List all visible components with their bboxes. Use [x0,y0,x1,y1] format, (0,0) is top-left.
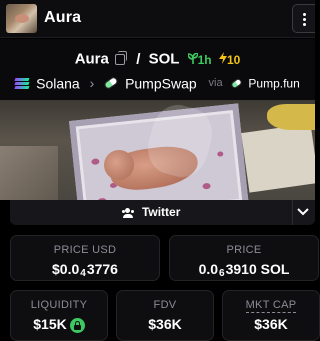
pumpswap-icon [103,76,120,91]
header-title: Aura [44,9,82,26]
fdv-card: FDV $36K [116,290,214,341]
banner-blanket [0,146,58,200]
boost-count: 10 [226,52,241,67]
token-avatar[interactable] [6,4,37,33]
price-usd-card: PRICE USD $0.043776 [10,235,160,281]
seedling-icon [186,51,199,64]
price-native-prefix: 0.0 [198,261,219,277]
price-native-card: PRICE 0.063910 SOL [169,235,319,281]
price-usd-zeros: 4 [80,268,86,279]
chain-link[interactable]: Solana [36,75,80,91]
price-usd-digits: 3776 [86,261,118,277]
liquidity-value: $15K [11,316,107,333]
banner-paper [241,123,315,193]
price-usd-label: PRICE USD [53,244,117,256]
fdv-value: $36K [148,316,182,332]
token-symbol: Aura [74,50,109,68]
boost-badge[interactable]: 10 [218,51,241,67]
price-native-label: PRICE [226,244,262,256]
mkt-cap-card: MKT CAP $36K [222,290,320,341]
dex-link[interactable]: PumpSwap [125,75,197,91]
pumpfun-icon [229,77,243,90]
fdv-label: FDV [153,299,177,311]
pair-separator: / [136,50,141,68]
mkt-cap-label: MKT CAP [223,299,319,313]
copy-icon[interactable] [115,50,128,65]
via-label: via [208,77,223,90]
solana-icon [14,77,30,89]
chevron-right-icon: › [89,75,95,92]
bolt-icon [218,51,227,64]
twitter-button[interactable]: Twitter [10,200,293,225]
pair-age-value: 1h [197,52,212,67]
token-header-image [0,100,315,200]
mkt-cap-label-text[interactable]: MKT CAP [245,299,297,313]
price-native-digits: 3910 SOL [225,261,290,277]
more-icon [303,13,306,16]
twitter-label: Twitter [141,205,181,219]
launchpad-link[interactable]: Pump.fun [248,76,299,90]
price-usd-prefix: $0.0 [52,261,80,277]
lock-icon[interactable] [69,317,85,333]
liquidity-card: LIQUIDITY $15K [10,290,108,341]
banner-figure-head [104,150,134,180]
chevron-down-icon [297,208,309,216]
more-menu-button[interactable] [292,4,315,33]
quote-symbol: SOL [148,50,180,68]
price-native-value: 0.063910 SOL [170,261,318,279]
price-usd-value: $0.043776 [11,261,159,279]
token-info-panel: Aura / SOL 1h 10 Solana › PumpSwap via P… [0,39,315,100]
liquidity-amount: $15K [33,316,67,332]
socials-expand-button[interactable] [293,200,315,225]
price-native-zeros: 6 [219,268,225,279]
banner-yellow-object [267,104,315,130]
pair-title: Aura / SOL 1h 10 [0,50,315,68]
liquidity-label: LIQUIDITY [30,299,88,311]
route-breadcrumb: Solana › PumpSwap via Pump.fun [0,74,315,91]
more-icon-dot [303,23,306,26]
mkt-cap-value: $36K [254,316,288,332]
top-header: Aura [0,0,315,38]
users-icon [122,207,135,218]
social-bar: Twitter [10,200,315,225]
pair-age-badge: 1h [186,51,215,67]
more-icon-dot [303,18,306,21]
